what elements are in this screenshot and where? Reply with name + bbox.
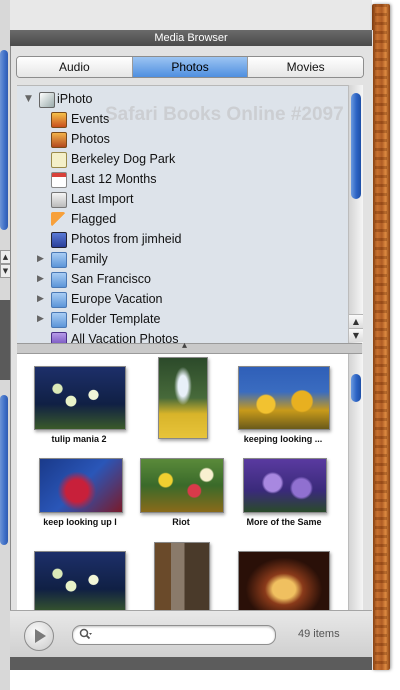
bottom-toolbar: 49 items <box>10 610 372 658</box>
photo-grid-scrollbar[interactable] <box>348 354 363 610</box>
pane-splitter[interactable]: ▴ <box>17 340 362 354</box>
source-list-scrollbar[interactable]: ▲ ▼ <box>348 85 363 343</box>
photo-flower-bed-image <box>140 458 224 513</box>
source-item-label: All Vacation Photos <box>71 332 179 344</box>
photo-caption: keep looking up l <box>43 517 117 527</box>
photo-red-tree-image <box>39 458 123 513</box>
photo-yellow-flowers-image <box>238 366 330 430</box>
disclosure-triangle-collapsed-icon[interactable]: ▶ <box>37 309 44 329</box>
top-toolbar-strip <box>10 0 372 31</box>
events-icon <box>51 112 67 128</box>
search-field[interactable] <box>72 625 276 645</box>
photos-icon <box>51 132 67 148</box>
item-count: 49 items <box>298 628 340 640</box>
source-item-iphoto[interactable]: ▼ iPhoto <box>17 89 348 109</box>
disclosure-triangle-collapsed-icon[interactable]: ▶ <box>37 249 44 269</box>
source-list-scroll-thumb[interactable] <box>351 93 361 199</box>
source-item-label: Berkeley Dog Park <box>71 152 176 166</box>
scroll-down-arrow-icon[interactable]: ▼ <box>349 328 363 342</box>
source-item-last-import[interactable]: Last Import <box>17 189 348 209</box>
source-item-label: iPhoto <box>57 92 93 106</box>
background-scroll-thumb-2 <box>0 395 8 545</box>
photo-fountain-image <box>158 357 208 439</box>
photo-caption: Riot <box>172 517 190 527</box>
tab-audio[interactable]: Audio <box>17 57 133 77</box>
album-icon <box>51 152 67 168</box>
source-item-photos[interactable]: Photos <box>17 129 348 149</box>
source-item-san-francisco[interactable]: ▶ San Francisco <box>17 269 348 289</box>
media-type-segmented-control: Audio Photos Movies <box>16 56 364 78</box>
splitter-grip-icon[interactable]: ▴ <box>182 340 187 351</box>
play-button[interactable] <box>24 621 54 651</box>
source-item-label: Photos <box>71 132 110 146</box>
search-icon[interactable] <box>79 628 93 641</box>
background-window-edge: ▲ ▼ <box>0 0 11 690</box>
photo-tulips-image <box>34 551 126 610</box>
disclosure-triangle-expanded-icon[interactable]: ▼ <box>25 89 32 109</box>
source-item-label: Last 12 Months <box>71 172 157 186</box>
source-item-label: Family <box>71 252 108 266</box>
photo-caption: tulip mania 2 <box>51 434 107 444</box>
flag-icon <box>51 212 65 226</box>
source-item-folder-template[interactable]: ▶ Folder Template <box>17 309 348 329</box>
tab-movies[interactable]: Movies <box>248 57 363 77</box>
window-title: Media Browser <box>10 30 372 46</box>
disclosure-triangle-collapsed-icon[interactable]: ▶ <box>37 289 44 309</box>
folder-icon <box>51 292 67 308</box>
folder-icon <box>51 312 67 328</box>
source-item-events[interactable]: Events <box>17 109 348 129</box>
folder-icon <box>51 272 67 288</box>
background-dark-area <box>0 300 10 380</box>
disclosure-triangle-collapsed-icon[interactable]: ▶ <box>37 269 44 289</box>
photo-caption: keeping looking ... <box>243 434 323 444</box>
photo-grid-scroll-thumb[interactable] <box>351 374 361 402</box>
photo-purple-flowers-image <box>243 458 327 513</box>
source-item-label: Folder Template <box>71 312 161 326</box>
source-item-label: San Francisco <box>71 272 151 286</box>
source-item-europe-vacation[interactable]: ▶ Europe Vacation <box>17 289 348 309</box>
photo-grid: tulip mania 2 keeping looking ... keep l… <box>17 354 348 610</box>
photo-tulips-image <box>34 366 126 430</box>
photo-street-image <box>154 542 210 610</box>
calendar-icon <box>51 172 67 188</box>
source-item-family[interactable]: ▶ Family <box>17 249 348 269</box>
source-item-label: Last Import <box>71 192 134 206</box>
source-item-label: Flagged <box>71 212 117 226</box>
source-item-photos-from-jimheid[interactable]: Photos from jimheid <box>17 229 348 249</box>
wood-window-border <box>372 4 390 670</box>
bottom-edge <box>10 657 372 670</box>
background-scroll-thumb <box>0 50 8 230</box>
import-icon <box>51 192 67 208</box>
photo-caption: More of the Same <box>246 517 322 527</box>
folder-icon <box>51 252 67 268</box>
photo-night-arch-image <box>238 551 330 610</box>
source-item-label: Photos from jimheid <box>71 232 182 246</box>
tab-photos[interactable]: Photos <box>132 57 249 77</box>
source-item-label: Events <box>71 112 110 126</box>
source-item-label: Europe Vacation <box>71 292 163 306</box>
shared-photos-icon <box>51 232 67 248</box>
source-list: Safari Books Online #2097 ▼ iPhoto Event… <box>17 85 348 344</box>
iphoto-icon <box>39 92 55 108</box>
scroll-up-arrow-icon[interactable]: ▲ <box>349 314 363 328</box>
search-input[interactable] <box>99 627 273 643</box>
source-item-berkeley-dog-park[interactable]: Berkeley Dog Park <box>17 149 348 169</box>
source-item-flagged[interactable]: Flagged <box>17 209 348 229</box>
source-item-last-12-months[interactable]: Last 12 Months <box>17 169 348 189</box>
